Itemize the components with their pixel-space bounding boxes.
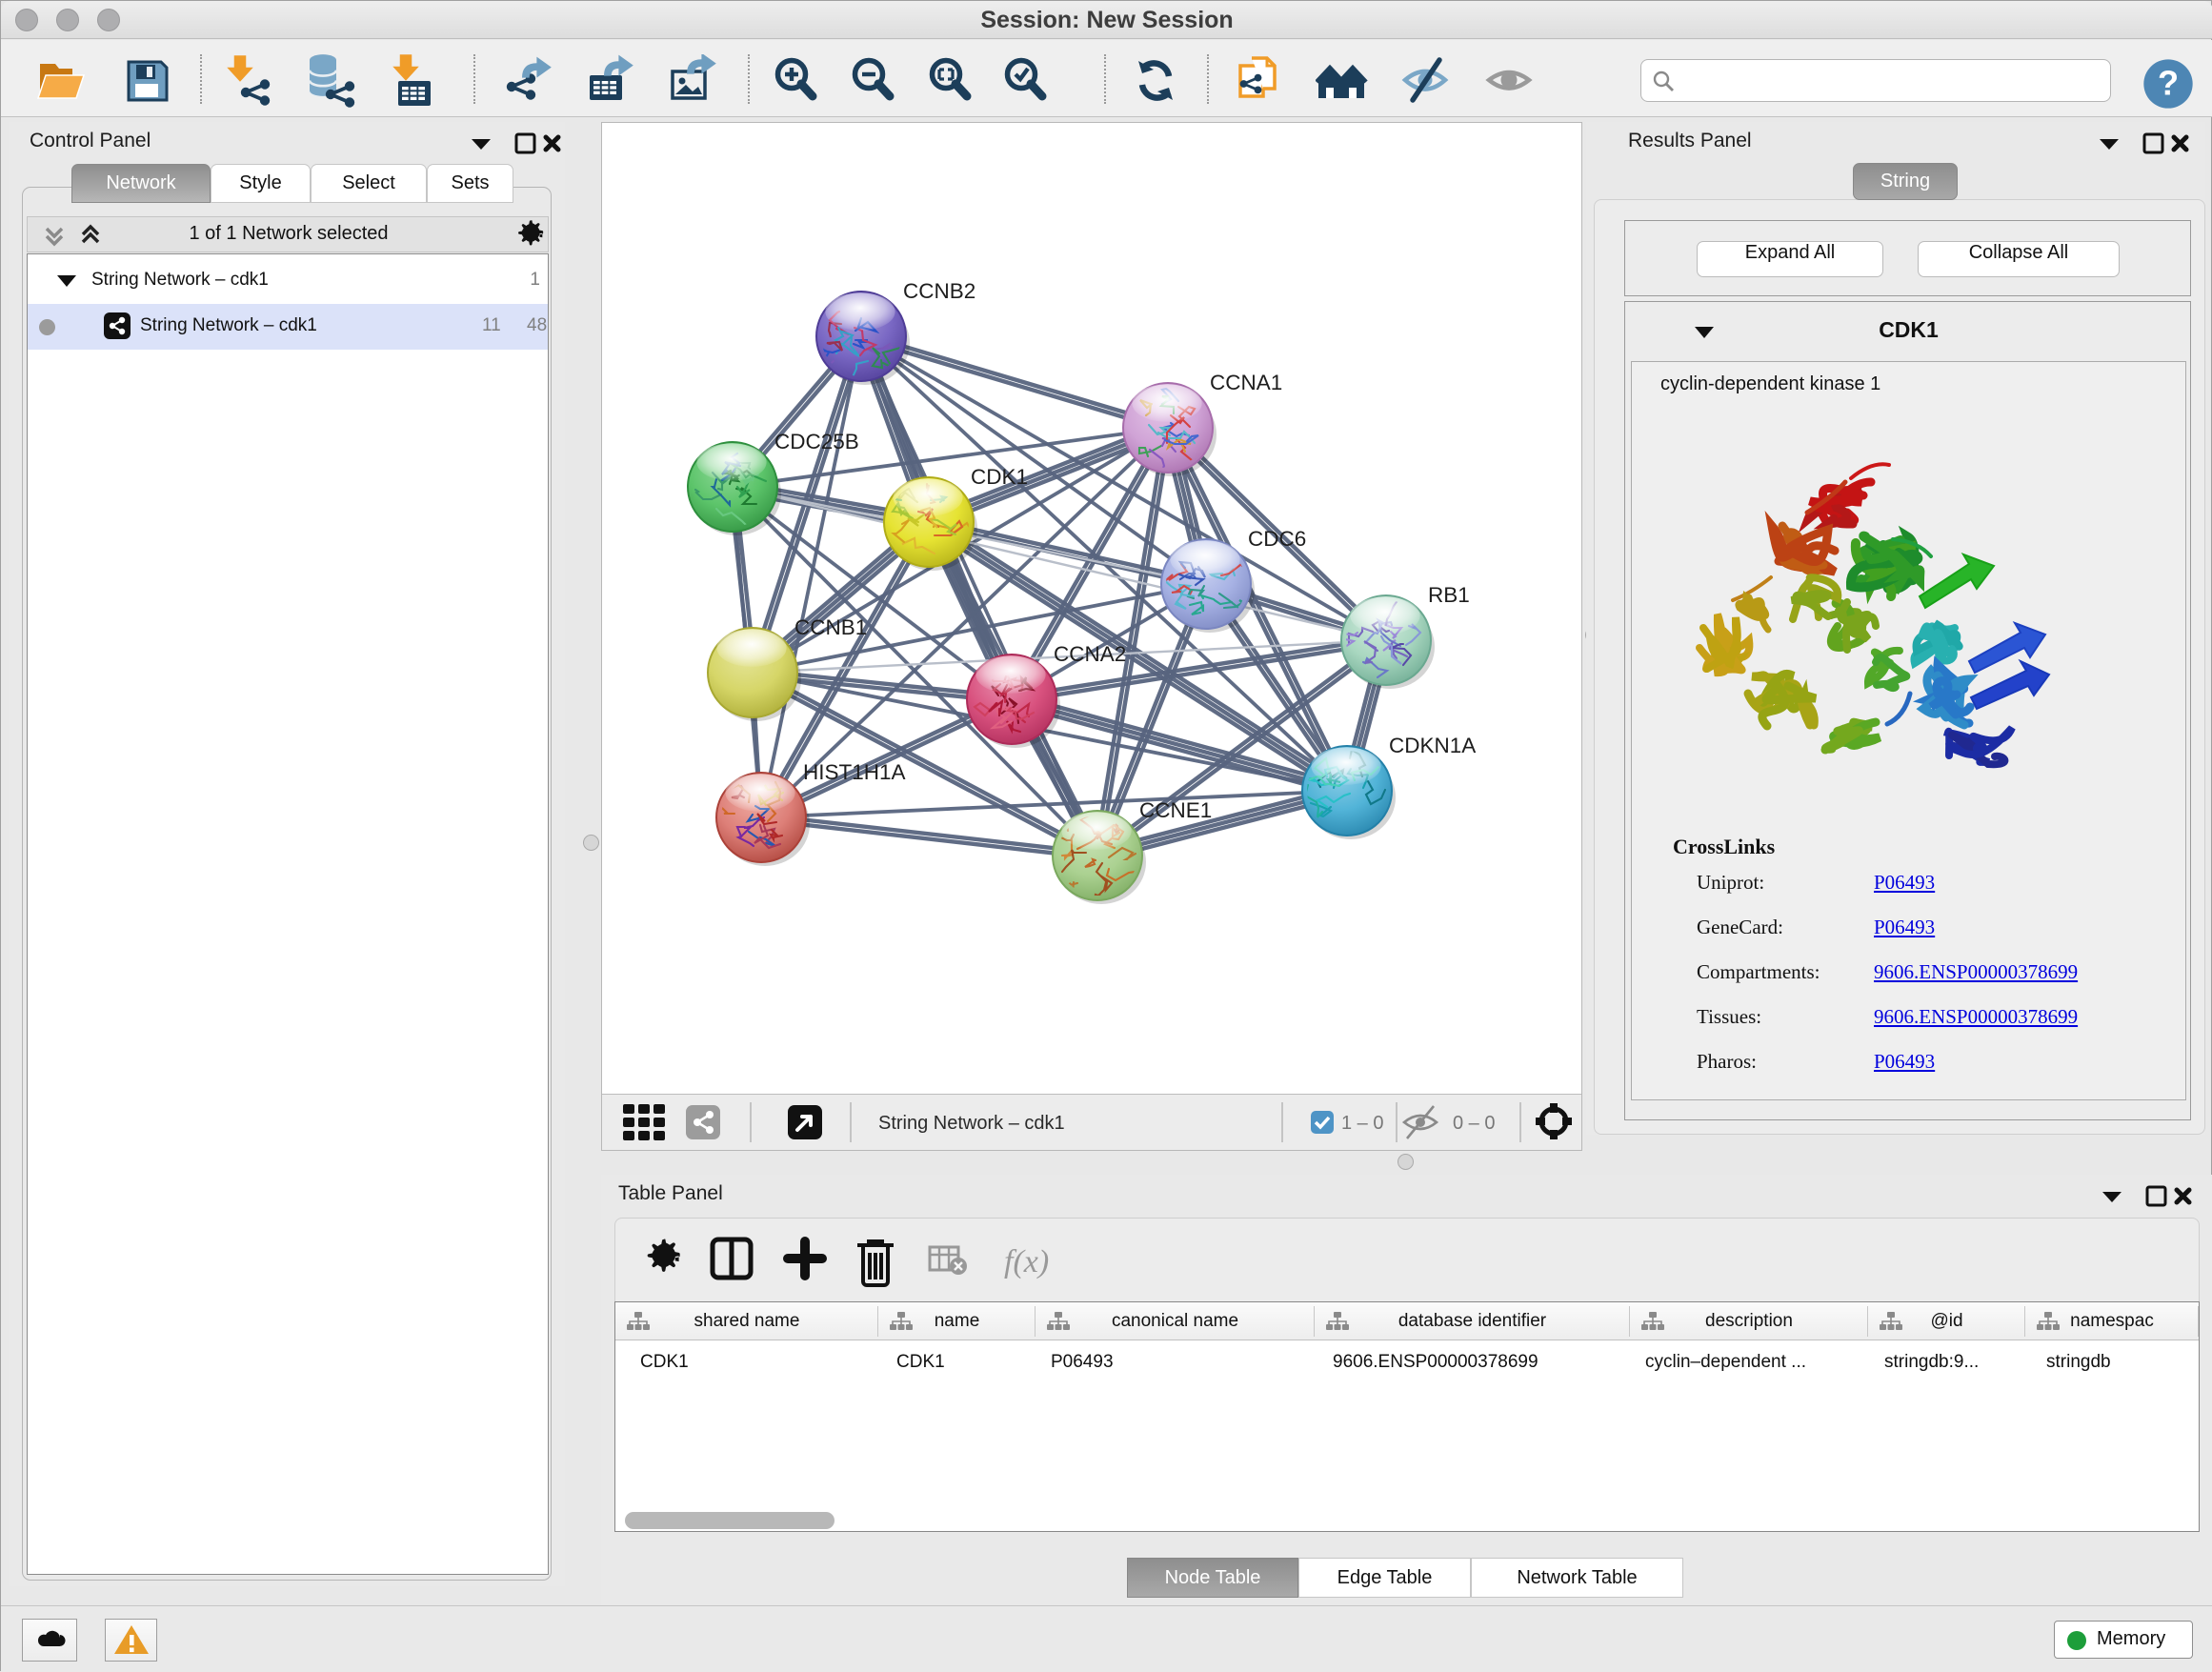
svg-text:CCNE1: CCNE1 <box>1139 798 1212 822</box>
svg-text:HIST1H1A: HIST1H1A <box>803 760 906 784</box>
svg-text:0 – 0: 0 – 0 <box>1453 1113 1495 1134</box>
svg-text:CDC6: CDC6 <box>1248 527 1306 551</box>
svg-text:CDK1: CDK1 <box>971 465 1028 489</box>
svg-text:CCNB1: CCNB1 <box>794 615 867 639</box>
svg-text:f(x): f(x) <box>1004 1244 1049 1279</box>
svg-text:String Network – cdk1: String Network – cdk1 <box>878 1113 1065 1134</box>
svg-text:CCNA1: CCNA1 <box>1210 371 1282 394</box>
svg-text:CDC25B: CDC25B <box>774 430 859 453</box>
svg-text:RB1: RB1 <box>1428 583 1470 607</box>
svg-text:?: ? <box>2158 64 2179 103</box>
svg-text:CCNB2: CCNB2 <box>903 279 975 303</box>
svg-text:CCNA2: CCNA2 <box>1054 642 1126 666</box>
svg-text:CDKN1A: CDKN1A <box>1389 734 1476 757</box>
svg-text:1 – 0: 1 – 0 <box>1341 1113 1383 1134</box>
